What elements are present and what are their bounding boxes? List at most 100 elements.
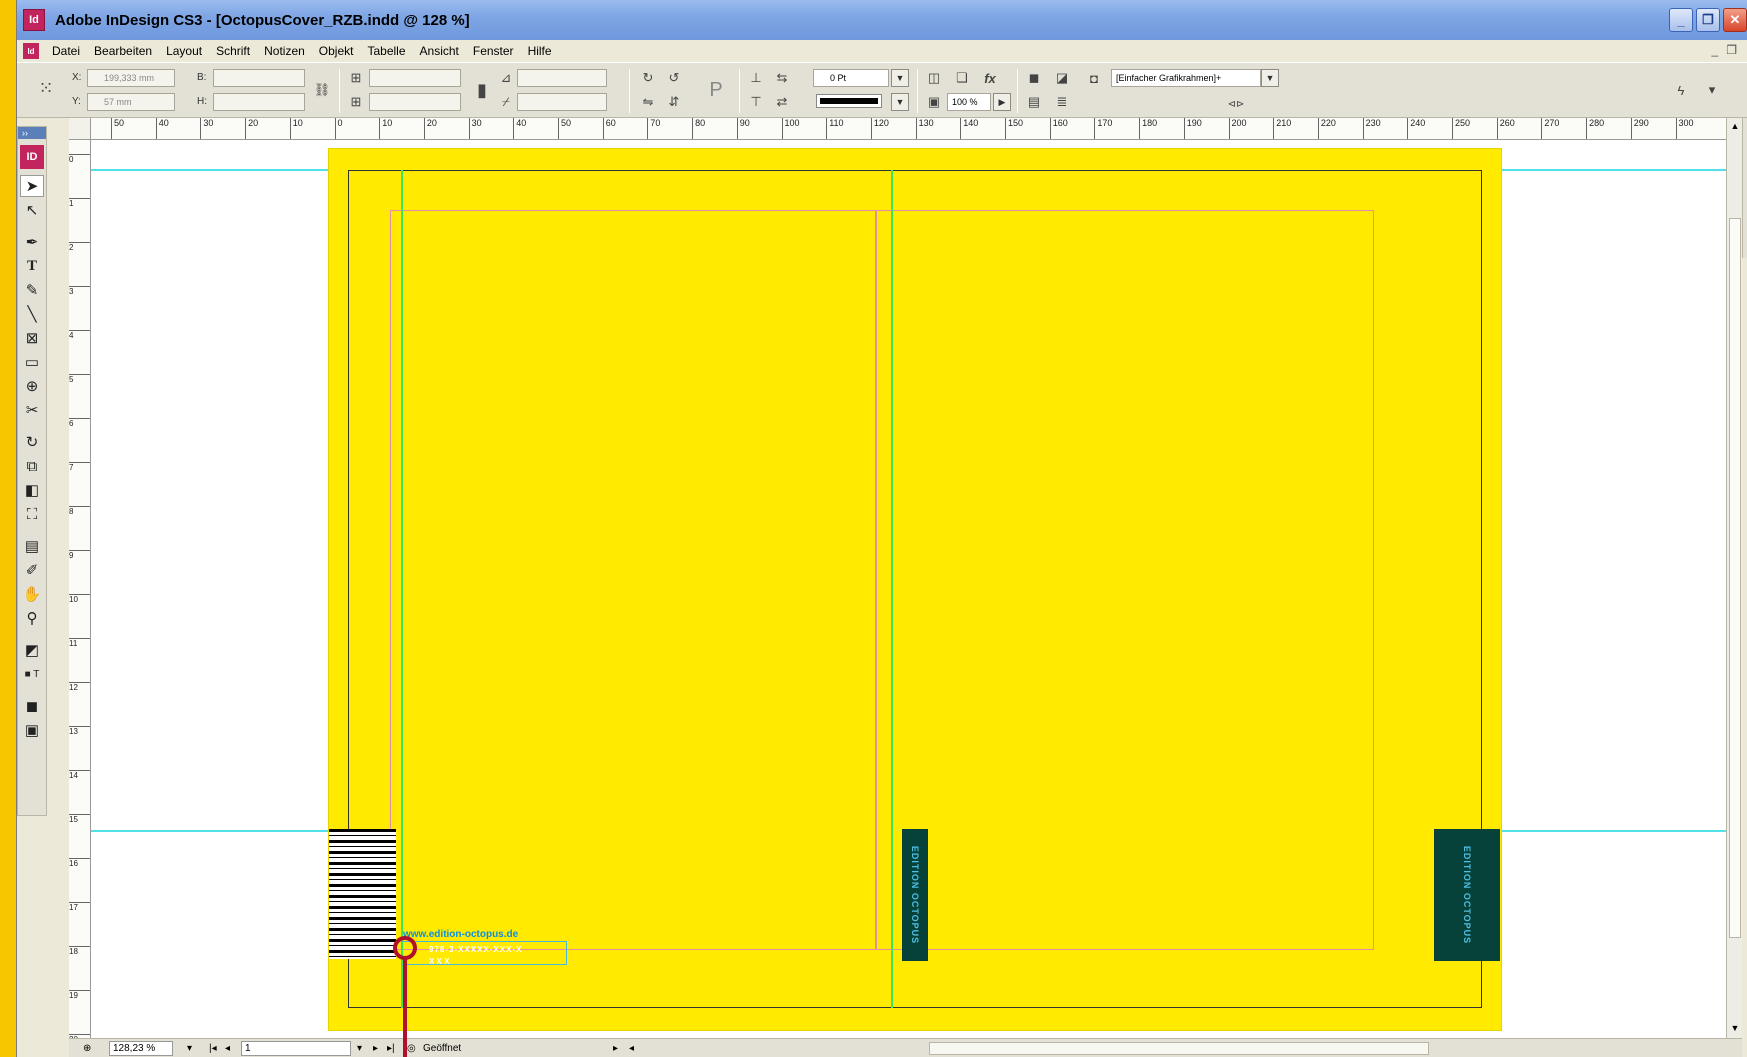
rotate-cw-icon[interactable]: ↻: [639, 69, 657, 87]
x-position-field[interactable]: 199,333 mm: [87, 69, 175, 87]
menu-tabelle[interactable]: Tabelle: [360, 44, 412, 58]
select-previous-icon[interactable]: ⇆: [773, 69, 791, 87]
next-page-button[interactable]: ▸: [373, 1041, 378, 1056]
select-content-icon[interactable]: ⊤: [747, 93, 765, 111]
gradient-tool-icon[interactable]: ◧: [20, 479, 44, 501]
vertical-ruler[interactable]: 01234567891011121314151617181920: [69, 140, 91, 1038]
note-tool-icon[interactable]: ▤: [20, 535, 44, 557]
apply-color-icon[interactable]: ■ T: [20, 663, 44, 685]
vertical-scroll-thumb[interactable]: [1729, 218, 1741, 938]
website-url-text[interactable]: www.edition-octopus.de: [403, 929, 518, 940]
panel-menu-icon[interactable]: ▾: [1703, 81, 1721, 99]
zoom-tool-icon[interactable]: ⚲: [20, 607, 44, 629]
indesign-app-icon[interactable]: Id: [23, 9, 45, 31]
horizontal-ruler[interactable]: 50 40 30 20 10 0 10 20 30 40 50 60 70 80 90 100 110 120 13…: [91, 118, 1726, 140]
normal-view-icon[interactable]: ◼: [20, 695, 44, 717]
vertical-scrollbar[interactable]: ▲ ▼: [1726, 118, 1742, 1038]
stroke-weight-dropdown[interactable]: ▼: [891, 69, 909, 87]
direct-selection-tool-icon[interactable]: ↖: [20, 199, 44, 221]
object-style-dropdown[interactable]: ▼: [1261, 69, 1279, 87]
rectangle-frame-tool-icon[interactable]: ⊠: [20, 327, 44, 349]
ruler-origin[interactable]: [69, 118, 91, 140]
fit-content-proportional-icon[interactable]: ◪: [1053, 69, 1071, 87]
select-next-icon[interactable]: ⇄: [773, 93, 791, 111]
hand-tool-icon[interactable]: ✋: [20, 583, 44, 605]
menu-layout[interactable]: Layout: [159, 44, 209, 58]
zoom-field[interactable]: 128,23 %: [109, 1041, 173, 1056]
menu-schrift[interactable]: Schrift: [209, 44, 257, 58]
zoom-dropdown[interactable]: ▾: [187, 1041, 192, 1056]
pen-tool-icon[interactable]: ✒: [20, 231, 44, 253]
spine-logo-box[interactable]: EDITION OCTOPUS: [902, 829, 928, 961]
selection-tool-icon[interactable]: ➤: [20, 175, 44, 197]
stroke-type-dropdown[interactable]: ▼: [891, 93, 909, 111]
opacity-field[interactable]: 100 %: [947, 93, 991, 111]
fill-stroke-swatch-icon[interactable]: ◩: [20, 639, 44, 661]
menu-bearbeiten[interactable]: Bearbeiten: [87, 44, 159, 58]
opacity-dropdown[interactable]: ▶: [993, 93, 1011, 111]
doc-restore-button[interactable]: ❐: [1726, 43, 1737, 57]
barcode-graphic[interactable]: [329, 829, 396, 959]
scissors-tool-icon[interactable]: ✂: [20, 399, 44, 421]
drop-shadow-icon[interactable]: ❏: [953, 69, 971, 87]
back-logo-box[interactable]: EDITION OCTOPUS: [1434, 829, 1500, 961]
flip-horizontal-icon[interactable]: ⇋: [639, 93, 657, 111]
free-transform-tool-icon[interactable]: ⛶: [20, 503, 44, 525]
menu-hilfe[interactable]: Hilfe: [521, 44, 559, 58]
menu-notizen[interactable]: Notizen: [257, 44, 312, 58]
fit-frame-icon[interactable]: ◼: [1025, 69, 1043, 87]
menu-datei[interactable]: Datei: [45, 44, 87, 58]
title-bar[interactable]: Id Adobe InDesign CS3 - [OctopusCover_RZ…: [17, 0, 1747, 40]
page-number-field[interactable]: 1: [241, 1041, 351, 1056]
flip-vertical-icon[interactable]: ⇵: [665, 93, 683, 111]
effects-fx-icon[interactable]: fx: [981, 69, 999, 87]
stroke-weight-field[interactable]: 0 Pt: [813, 69, 889, 87]
page-dropdown[interactable]: ▾: [357, 1041, 362, 1056]
vertical-guide-spine[interactable]: [891, 170, 893, 1008]
proxy-icon[interactable]: ▮: [473, 80, 491, 100]
document-menu-icon[interactable]: Id: [23, 43, 39, 59]
height-field[interactable]: [213, 93, 305, 111]
vertical-guide-left[interactable]: [401, 170, 403, 1008]
clear-overrides-icon[interactable]: ⊲⊳: [1227, 95, 1245, 113]
document-status[interactable]: Geöffnet: [423, 1041, 461, 1056]
y-position-field[interactable]: 57 mm: [87, 93, 175, 111]
button-tool-icon[interactable]: ⊕: [20, 375, 44, 397]
pencil-tool-icon[interactable]: ✎: [20, 279, 44, 301]
line-tool-icon[interactable]: ╲: [20, 303, 44, 325]
minimize-button[interactable]: _: [1669, 8, 1693, 32]
zoom-icon[interactable]: ⊕: [83, 1041, 91, 1056]
reference-point-icon[interactable]: ⁙: [37, 78, 55, 98]
text-wrap-icon[interactable]: ≣: [1053, 93, 1071, 111]
quick-apply-icon[interactable]: ϟ: [1672, 81, 1690, 99]
doc-minimize-button[interactable]: _: [1712, 43, 1719, 57]
fit-content-icon[interactable]: ◫: [925, 69, 943, 87]
eyedropper-tool-icon[interactable]: ✐: [20, 559, 44, 581]
type-tool-icon[interactable]: T: [20, 255, 44, 277]
constrain-proportions-icon[interactable]: ⛓: [313, 81, 331, 99]
preview-mode-icon[interactable]: ▣: [20, 719, 44, 741]
scroll-up-arrow[interactable]: ▲: [1727, 118, 1743, 134]
select-container-icon[interactable]: ⊥: [747, 69, 765, 87]
shear-field[interactable]: [517, 93, 607, 111]
restore-button[interactable]: ❐: [1696, 8, 1720, 32]
scale-y-field[interactable]: [369, 93, 461, 111]
pasteboard[interactable]: www.edition-octopus.de 978-3-XXXXX-XXX-X…: [91, 140, 1726, 1038]
scale-x-field[interactable]: [369, 69, 461, 87]
rotation-field[interactable]: [517, 69, 607, 87]
document-spread[interactable]: www.edition-octopus.de 978-3-XXXXX-XXX-X…: [328, 148, 1502, 1031]
open-in-bridge-icon[interactable]: ◂: [629, 1041, 634, 1056]
rectangle-tool-icon[interactable]: ▭: [20, 351, 44, 373]
close-button[interactable]: ✕: [1723, 8, 1747, 32]
menu-objekt[interactable]: Objekt: [312, 44, 361, 58]
prev-page-button[interactable]: ◂: [225, 1041, 230, 1056]
width-field[interactable]: [213, 69, 305, 87]
menu-fenster[interactable]: Fenster: [466, 44, 521, 58]
tools-panel-header[interactable]: ››: [18, 127, 46, 139]
center-content-icon[interactable]: ▤: [1025, 93, 1043, 111]
rotate-ccw-icon[interactable]: ↺: [665, 69, 683, 87]
stroke-type-swatch[interactable]: [816, 94, 882, 108]
horizontal-scrollbar[interactable]: [929, 1042, 1429, 1055]
status-menu-arrow[interactable]: ▸: [613, 1041, 618, 1056]
scroll-down-arrow[interactable]: ▼: [1727, 1020, 1743, 1036]
